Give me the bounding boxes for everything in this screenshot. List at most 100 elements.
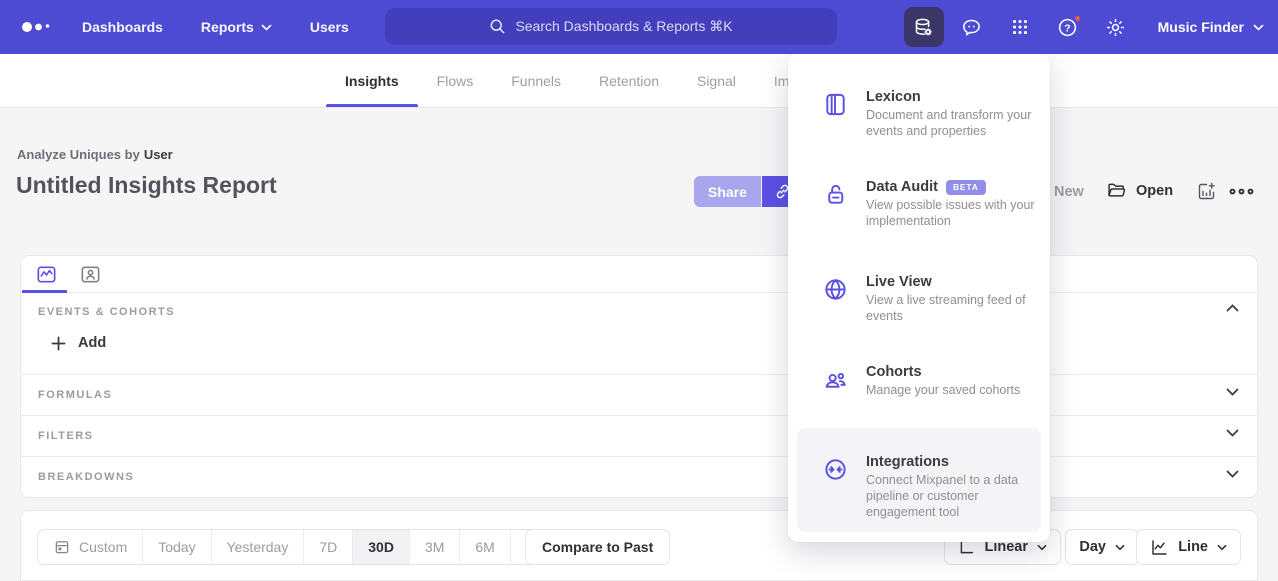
people-icon (822, 366, 849, 393)
subtitle-prefix: Analyze Uniques by (17, 147, 140, 162)
add-label: Add (78, 335, 106, 351)
range-30d[interactable]: 30D (352, 530, 409, 564)
mixpanel-logo[interactable] (20, 15, 56, 39)
range-label: 7D (319, 539, 337, 555)
section-events-cohorts: EVENTS & COHORTS Add (21, 293, 1257, 374)
chevron-down-icon (1037, 544, 1047, 551)
line-chart-icon (35, 263, 58, 286)
subtitle-value[interactable]: User (144, 147, 173, 162)
settings-button[interactable] (1096, 7, 1136, 47)
menu-item-text: Integrations Connect Mixpanel to a data … (866, 454, 1044, 521)
notification-dot (1073, 14, 1082, 23)
chart-type-dropdown[interactable]: Line (1136, 529, 1241, 565)
line-chart-icon (1150, 538, 1169, 557)
range-label: Custom (79, 539, 127, 555)
svg-text:?: ? (1064, 22, 1070, 34)
tab-signal[interactable]: Signal (678, 54, 755, 107)
open-report-button[interactable]: Open (1106, 180, 1173, 201)
menu-item-title: Integrations (866, 454, 1044, 470)
interval-dropdown[interactable]: Day (1065, 529, 1139, 565)
range-label: 3M (425, 539, 444, 555)
menu-item-description: Manage your saved cohorts (866, 383, 1044, 399)
section-header: FORMULAS (38, 389, 112, 401)
range-label: 6M (475, 539, 494, 555)
tab-label: Funnels (511, 73, 561, 89)
search-input[interactable]: Search Dashboards & Reports ⌘K (385, 8, 837, 45)
events-view-tab[interactable] (35, 263, 58, 286)
menu-item-text: Lexicon Document and transform your even… (866, 89, 1044, 140)
new-report-button[interactable]: New (1054, 184, 1084, 200)
data-management-menu: Lexicon Document and transform your even… (788, 53, 1050, 542)
chart-type-label: Line (1178, 539, 1208, 555)
tab-label: Retention (599, 73, 659, 89)
section-filters[interactable]: FILTERS (21, 415, 1257, 456)
nav-item-users[interactable]: Users (310, 19, 349, 35)
calendar-icon (53, 538, 71, 556)
expand-section-button[interactable] (1226, 388, 1239, 396)
profiles-view-tab[interactable] (79, 263, 102, 286)
project-switcher[interactable]: Music Finder (1158, 19, 1264, 35)
range-custom[interactable]: Custom (38, 530, 142, 564)
open-label: Open (1136, 183, 1173, 199)
expand-section-button[interactable] (1226, 429, 1239, 437)
interval-label: Day (1079, 539, 1106, 555)
nav-item-label: Reports (201, 19, 254, 35)
query-builder-card: EVENTS & COHORTS Add FORMULAS FILTERS BR… (20, 255, 1258, 498)
range-3m[interactable]: 3M (409, 530, 459, 564)
chevron-down-icon (1226, 470, 1239, 478)
range-6m[interactable]: 6M (459, 530, 509, 564)
range-7d[interactable]: 7D (303, 530, 352, 564)
collapse-section-button[interactable] (1226, 304, 1239, 312)
help-button[interactable]: ? (1048, 7, 1088, 47)
data-management-button[interactable] (904, 7, 944, 47)
tab-flows[interactable]: Flows (418, 54, 493, 107)
compare-to-past-button[interactable]: Compare to Past (525, 529, 670, 565)
menu-item-title: Data Audit BETA (866, 179, 1044, 195)
feedback-button[interactable] (952, 7, 992, 47)
range-yesterday[interactable]: Yesterday (211, 530, 304, 564)
report-tab-bar: Insights Flows Funnels Retention Signal … (0, 54, 1278, 108)
tab-label: Insights (345, 73, 399, 89)
search-placeholder: Search Dashboards & Reports ⌘K (515, 18, 732, 35)
range-today[interactable]: Today (142, 530, 210, 564)
report-subtitle: Analyze Uniques by User (17, 147, 173, 162)
section-formulas[interactable]: FORMULAS (21, 374, 1257, 415)
range-label: 30D (368, 539, 394, 555)
plus-icon (51, 336, 66, 351)
tab-label: Flows (437, 73, 474, 89)
tab-funnels[interactable]: Funnels (492, 54, 580, 107)
add-event-button[interactable]: Add (51, 335, 106, 351)
menu-item-text: Data Audit BETA View possible issues wit… (866, 179, 1044, 230)
search-icon (489, 18, 506, 35)
section-breakdowns[interactable]: BREAKDOWNS (21, 456, 1257, 499)
menu-item-description: View possible issues with your implement… (866, 198, 1044, 230)
chart-add-icon (1196, 181, 1217, 202)
menu-item-title: Live View (866, 274, 1044, 290)
chevron-down-icon (1253, 24, 1264, 31)
data-management-icon (912, 16, 935, 39)
nav-links: Dashboards Reports Users (82, 19, 349, 35)
folder-open-icon (1106, 180, 1127, 201)
nav-item-dashboards[interactable]: Dashboards (82, 19, 163, 35)
chevron-down-icon (261, 24, 272, 31)
apps-grid-button[interactable] (1000, 7, 1040, 47)
chevron-down-icon (1217, 544, 1227, 551)
tab-retention[interactable]: Retention (580, 54, 678, 107)
add-to-dashboard-button[interactable] (1196, 181, 1217, 202)
project-name: Music Finder (1158, 19, 1244, 35)
tab-insights[interactable]: Insights (326, 54, 418, 107)
menu-item-description: Document and transform your events and p… (866, 108, 1044, 140)
chevron-up-icon (1226, 304, 1239, 312)
page-title[interactable]: Untitled Insights Report (16, 172, 277, 199)
nav-item-label: Users (310, 19, 349, 35)
more-options-button[interactable] (1228, 184, 1255, 199)
book-icon (822, 91, 849, 118)
share-button[interactable]: Share (694, 176, 761, 207)
expand-section-button[interactable] (1226, 470, 1239, 478)
section-header: EVENTS & COHORTS (38, 306, 175, 318)
section-header: BREAKDOWNS (38, 471, 134, 483)
chevron-down-icon (1115, 544, 1125, 551)
tab-label: Signal (697, 73, 736, 89)
date-range-control: Custom Today Yesterday 7D 30D 3M 6M 12M (37, 529, 569, 565)
nav-item-reports[interactable]: Reports (201, 19, 272, 35)
